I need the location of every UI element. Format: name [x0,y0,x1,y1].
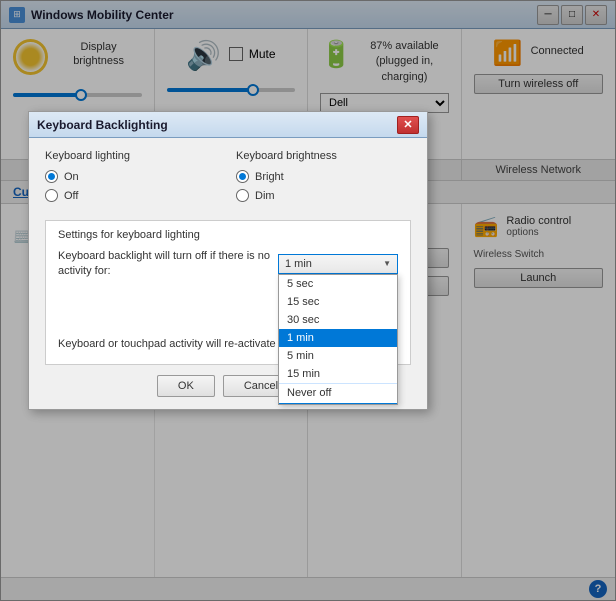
lighting-off-radio[interactable] [45,189,58,202]
lighting-on-row[interactable]: On [45,170,220,183]
dropdown-item-never[interactable]: Never off [279,383,397,404]
lighting-on-label: On [64,171,79,183]
brightness-bright-radio[interactable] [236,170,249,183]
dropdown-item-1min[interactable]: 1 min [279,329,397,347]
brightness-bright-label: Bright [255,171,284,183]
brightness-dim-label: Dim [255,190,275,202]
dropdown-item-15min[interactable]: 15 min [279,365,397,383]
brightness-dim-row[interactable]: Dim [236,189,411,202]
settings-row-1-label: Keyboard backlight will turn off if ther… [58,249,270,278]
activity-timeout-dropdown-wrapper: 1 min ▼ 5 sec 15 sec 30 sec 1 min 5 min … [278,254,398,274]
keyboard-lighting-section: Keyboard lighting On Off [45,150,220,208]
dropdown-item-15sec[interactable]: 15 sec [279,293,397,311]
dropdown-arrow-icon: ▼ [383,259,391,268]
keyboard-brightness-title: Keyboard brightness [236,150,411,162]
keyboard-brightness-section: Keyboard brightness Bright Dim [236,150,411,208]
lighting-on-radio[interactable] [45,170,58,183]
brightness-bright-radio-dot [239,173,246,180]
keyboard-lighting-title: Keyboard lighting [45,150,220,162]
modal-sections: Keyboard lighting On Off [45,150,411,208]
modal-title-bar: Keyboard Backlighting ✕ [29,112,427,138]
modal-overlay: Keyboard Backlighting ✕ Keyboard lightin… [0,0,616,601]
lighting-off-label: Off [64,190,78,202]
activity-timeout-dropdown[interactable]: 1 min ▼ [278,254,398,274]
dropdown-item-5min[interactable]: 5 min [279,347,397,365]
modal-close-button[interactable]: ✕ [397,116,419,134]
dropdown-list: 5 sec 15 sec 30 sec 1 min 5 min 15 min N… [278,274,398,405]
brightness-bright-row[interactable]: Bright [236,170,411,183]
ok-button[interactable]: OK [157,375,215,397]
lighting-on-radio-dot [48,173,55,180]
modal-body: Keyboard lighting On Off [29,138,427,409]
settings-section: Settings for keyboard lighting Keyboard … [45,220,411,365]
dropdown-selected-value: 1 min [285,258,312,270]
brightness-dim-radio[interactable] [236,189,249,202]
lighting-off-row[interactable]: Off [45,189,220,202]
settings-title: Settings for keyboard lighting [58,229,398,241]
keyboard-backlighting-modal: Keyboard Backlighting ✕ Keyboard lightin… [28,111,428,410]
dropdown-item-5sec[interactable]: 5 sec [279,275,397,293]
settings-row-1: Keyboard backlight will turn off if ther… [58,249,398,278]
dropdown-item-30sec[interactable]: 30 sec [279,311,397,329]
modal-title: Keyboard Backlighting [37,118,397,132]
